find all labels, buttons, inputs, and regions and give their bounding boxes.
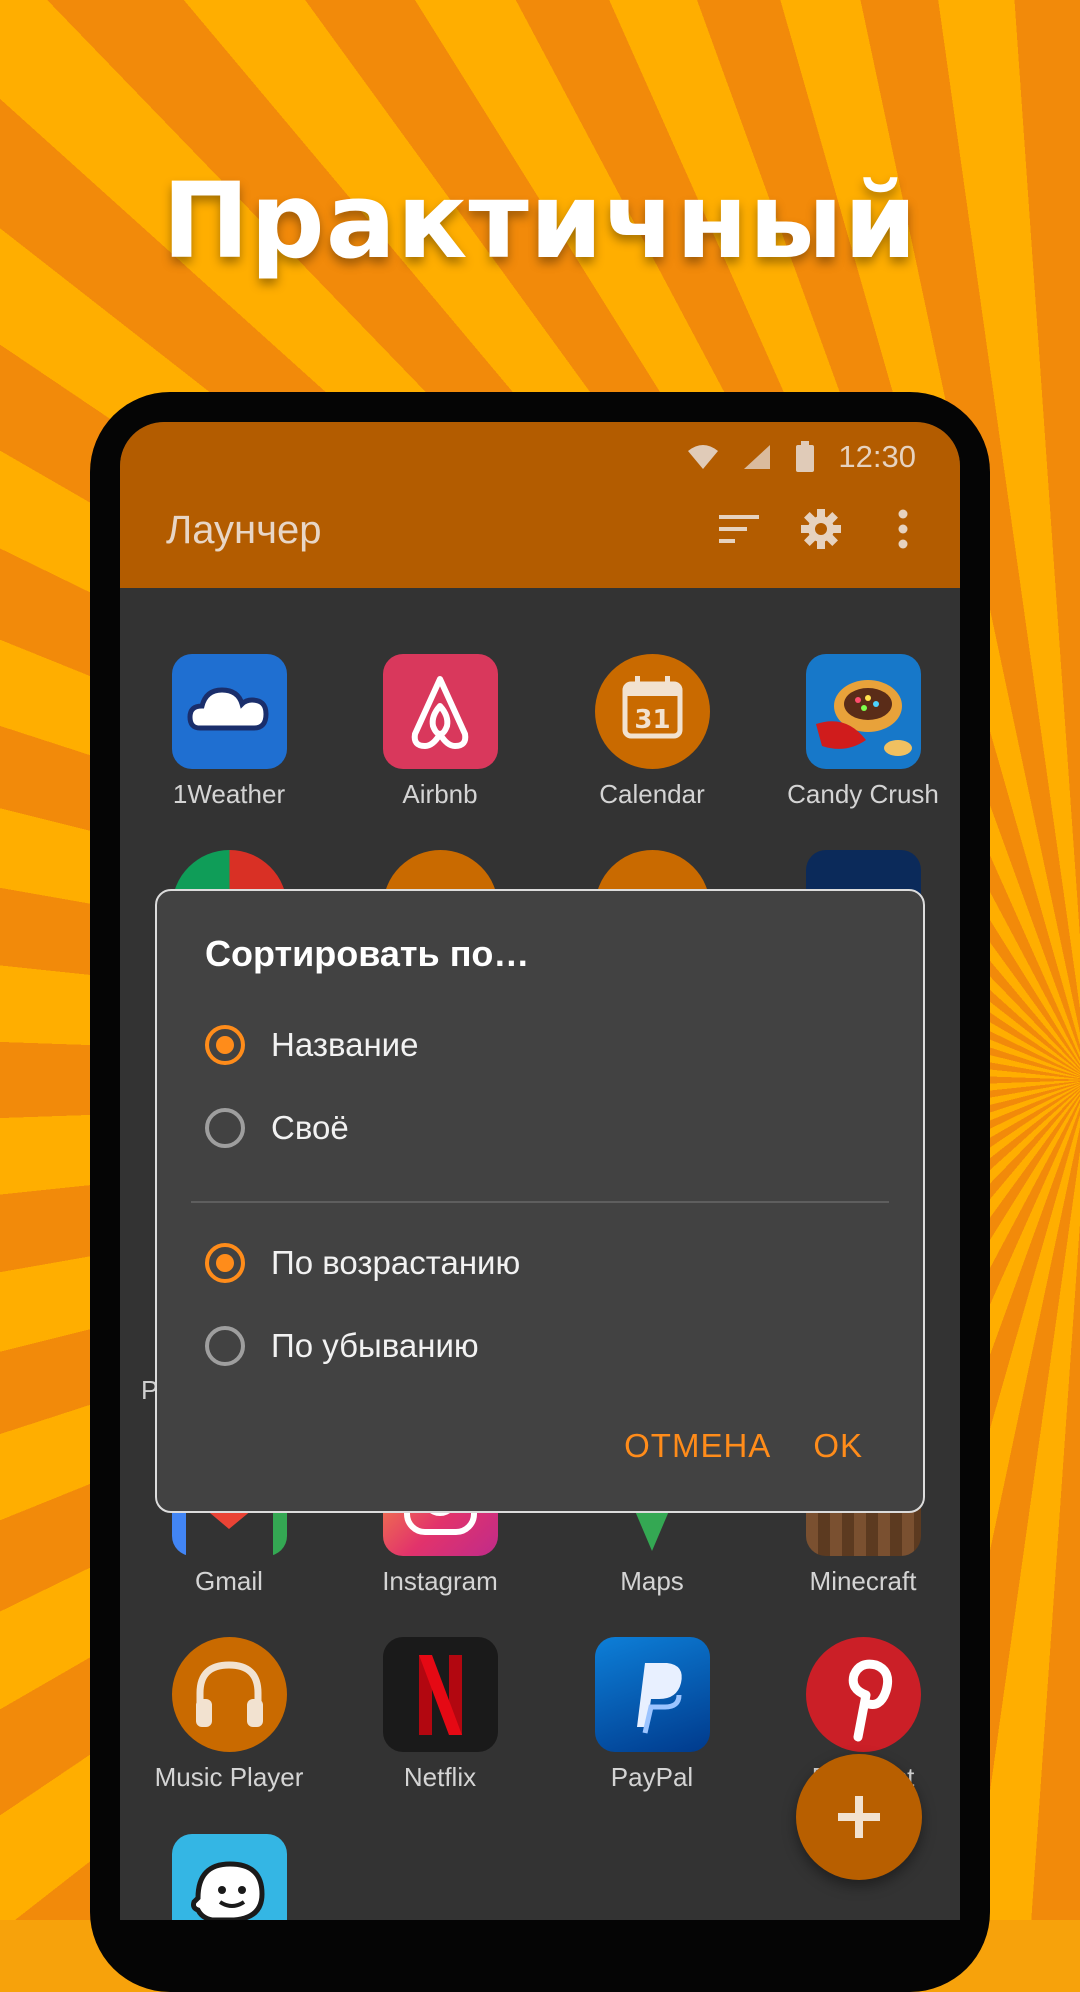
sort-dialog: Сортировать по… Название Своё По возраст… [155, 889, 925, 1513]
signal-icon [744, 445, 771, 469]
sort-button[interactable] [716, 506, 762, 552]
waze-icon [171, 1834, 287, 1920]
plus-icon [838, 1796, 880, 1838]
order-ascending-option[interactable]: По возрастанию [205, 1243, 520, 1283]
app-tile-calendar[interactable]: 31 Calendar [546, 654, 758, 810]
app-tile-airbnb[interactable]: Airbnb [334, 654, 546, 810]
app-tile-paypal[interactable]: PayPal [546, 1637, 758, 1793]
calendar-31-icon: 31 [594, 654, 710, 769]
candy-crush-icon [805, 654, 921, 769]
radio-button[interactable] [205, 1108, 245, 1148]
app-label: Maps [620, 1566, 684, 1596]
app-label: PayPal [610, 1762, 694, 1792]
overflow-menu-button[interactable] [880, 506, 926, 552]
app-label: Music Player [154, 1762, 304, 1792]
option-label: По убыванию [271, 1327, 479, 1364]
app-bar-title: Лаунчер [166, 508, 322, 552]
order-descending-option[interactable]: По убыванию [205, 1326, 479, 1366]
app-bar-actions [716, 506, 926, 552]
battery-icon [796, 441, 815, 472]
settings-button[interactable] [798, 506, 844, 552]
status-time: 12:30 [838, 439, 916, 474]
app-tile-netflix[interactable]: Netflix [334, 1637, 546, 1793]
weather-cloud-icon [171, 654, 287, 769]
app-label: Minecraft [809, 1566, 917, 1596]
paypal-icon [594, 1637, 710, 1752]
app-label: Candy Crush [787, 779, 939, 809]
app-label: Gmail [195, 1566, 263, 1596]
cancel-button[interactable]: ОТМЕНА [624, 1427, 771, 1465]
app-label: Airbnb [402, 779, 478, 809]
overflow-menu-icon [898, 509, 908, 549]
sort-by-custom-option[interactable]: Своё [205, 1108, 349, 1148]
airbnb-icon [382, 654, 498, 769]
app-label: Netflix [403, 1762, 477, 1792]
app-bar: 12:30 Лаунчер [120, 422, 960, 588]
add-fab-button[interactable] [796, 1754, 922, 1880]
settings-gear-icon [801, 509, 841, 549]
status-bar: 12:30 [686, 430, 916, 484]
radio-button-selected[interactable] [205, 1025, 245, 1065]
app-tile-waze[interactable] [123, 1834, 335, 1920]
option-label: По возрастанию [271, 1244, 521, 1281]
radio-button[interactable] [205, 1326, 245, 1366]
svg-text:31: 31 [634, 705, 670, 735]
app-tile-1weather[interactable]: 1Weather [123, 654, 335, 810]
app-label: Instagram [382, 1566, 498, 1596]
app-label: 1Weather [172, 779, 286, 809]
promo-headline: Практичный [162, 160, 918, 282]
sort-icon [719, 515, 759, 543]
option-label: Своё [271, 1109, 349, 1146]
dialog-title: Сортировать по… [205, 933, 530, 974]
pinterest-icon [805, 1637, 921, 1752]
ok-button[interactable]: OK [813, 1427, 863, 1465]
app-tile-candy-crush[interactable]: Candy Crush [757, 654, 960, 810]
netflix-icon [382, 1637, 498, 1752]
wifi-icon [688, 445, 719, 469]
app-tile-music-player[interactable]: Music Player [123, 1637, 335, 1793]
sort-by-name-option[interactable]: Название [205, 1025, 418, 1065]
app-label: Calendar [599, 779, 705, 809]
headphones-icon [171, 1637, 287, 1752]
dialog-divider [191, 1201, 889, 1203]
dialog-actions: ОТМЕНА OK [624, 1427, 863, 1465]
option-label: Название [271, 1026, 419, 1063]
radio-button-selected[interactable] [205, 1243, 245, 1283]
